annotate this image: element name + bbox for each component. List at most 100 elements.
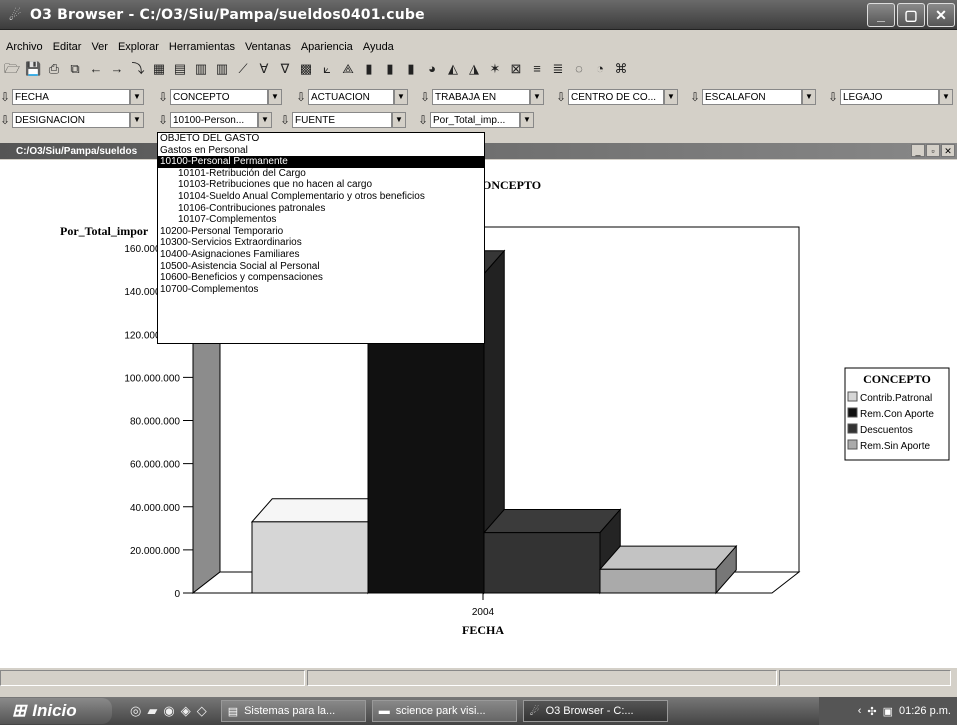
pie3d-icon[interactable]: ◔ [592,61,608,77]
drill-arrow-icon[interactable]: ⇩ [420,90,432,104]
child-minimize-button[interactable]: _ [911,144,925,157]
menu-ver[interactable]: Ver [91,41,108,53]
chevron-down-icon[interactable]: ▼ [130,112,144,128]
dropdown-item[interactable]: 10600-Beneficios y compensaciones [158,272,484,284]
dimension-selector-3[interactable]: ⇩ TRABAJA EN ▼ [420,88,548,106]
concepto-dropdown-list[interactable]: OBJETO DEL GASTO Gastos en Personal 10100-… [157,132,485,344]
star-icon[interactable]: ✶ [487,61,503,77]
menu-apariencia[interactable]: Apariencia [301,41,353,53]
dropdown-item[interactable]: 10100-Personal Permanente [158,156,484,168]
tray-arrow-icon[interactable]: ‹ [858,705,862,717]
dropdown-item[interactable]: 10200-Personal Temporario [158,226,484,238]
chevron-down-icon[interactable]: ▼ [939,89,953,105]
dropdown-item[interactable]: 10107-Complementos [158,214,484,226]
bar-icon[interactable]: ▥ [193,61,209,77]
hbar-icon[interactable]: ≡ [529,61,545,77]
area-icon[interactable]: ◭ [445,61,461,77]
dropdown-item[interactable]: 10101-Retribución del Cargo [158,168,484,180]
back-icon[interactable]: ← [88,61,104,77]
task-o3-browser[interactable]: ☄ O3 Browser - C:... [522,700,668,722]
task-science-park[interactable]: ▬ science park visi... [371,700,517,722]
volume-icon[interactable]: ▣ [883,705,893,718]
dropdown-item[interactable]: Gastos en Personal [158,145,484,157]
start-button[interactable]: ⊞ Inicio [0,698,112,724]
print-icon[interactable]: ⎙ [46,61,62,77]
dimension-selector-2[interactable]: ⇩ ACTUACION ▼ [296,88,412,106]
menu-ayuda[interactable]: Ayuda [363,41,394,53]
menu-archivo[interactable]: Archivo [6,41,43,53]
donut-icon[interactable]: ◌ [571,61,587,77]
hbar2-icon[interactable]: ≣ [550,61,566,77]
dimension-selector-5[interactable]: ⇩ ESCALAFON ▼ [690,88,820,106]
drill-arrow-icon[interactable]: ⇩ [556,90,568,104]
drill-arrow-icon[interactable]: ⇩ [158,90,170,104]
chevron-down-icon[interactable]: ▼ [530,89,544,105]
dropdown-item[interactable]: 10300-Servicios Extraordinarios [158,237,484,249]
menu-ventanas[interactable]: Ventanas [245,41,291,53]
child-restore-button[interactable]: ▫ [926,144,940,157]
chevron-down-icon[interactable]: ▼ [392,112,406,128]
dropdown-item[interactable]: 10106-Contribuciones patronales [158,203,484,215]
network-icon[interactable]: ✣ [867,705,876,718]
forward-icon[interactable]: → [109,61,125,77]
chevron-down-icon[interactable]: ▼ [802,89,816,105]
chevron-down-icon[interactable]: ▼ [664,89,678,105]
area2-icon[interactable]: ◮ [466,61,482,77]
media-icon[interactable]: ◉ [163,703,174,719]
bar3d3-icon[interactable]: ▮ [403,61,419,77]
menu-herramientas[interactable]: Herramientas [169,41,235,53]
bar3d2-icon[interactable]: ▮ [382,61,398,77]
drill-arrow-icon[interactable]: ⇩ [690,90,702,104]
child-close-button[interactable]: ✕ [941,144,955,157]
save-icon[interactable]: 💾 [25,61,41,77]
dropdown-item[interactable]: 10500-Asistencia Social al Personal [158,261,484,273]
filter-selector-3[interactable]: ⇩ Por_Total_imp... ▼ [418,111,538,129]
maximize-button[interactable]: ▢ [897,3,925,27]
tool-icon[interactable]: ◇ [197,703,207,719]
chart-a-icon[interactable]: ⟀ [319,61,335,77]
filter2-icon[interactable]: ∇ [277,61,293,77]
chevron-down-icon[interactable]: ▼ [258,112,272,128]
drill-arrow-icon[interactable]: ⇩ [0,113,12,127]
dropdown-item[interactable]: 10700-Complementos [158,284,484,296]
browser-icon[interactable]: ◎ [130,703,141,719]
drill-arrow-icon[interactable]: ⇩ [158,113,170,127]
player-icon[interactable]: ◈ [181,703,191,719]
drill-arrow-icon[interactable]: ⇩ [0,90,12,104]
misc-icon[interactable]: ⌘ [613,61,629,77]
drill-arrow-icon[interactable]: ⇩ [828,90,840,104]
chevron-down-icon[interactable]: ▼ [130,89,144,105]
chevron-down-icon[interactable]: ▼ [394,89,408,105]
bar3d-icon[interactable]: ▮ [361,61,377,77]
open-icon[interactable]: 🗁 [4,61,20,77]
folder-icon[interactable]: ▰ [147,703,157,719]
stacked-bar-icon[interactable]: ▥ [214,61,230,77]
filter-icon[interactable]: ∀ [256,61,272,77]
grid-icon[interactable]: ▩ [298,61,314,77]
minimize-button[interactable]: _ [867,3,895,27]
xy-icon[interactable]: ⊠ [508,61,524,77]
drill-arrow-icon[interactable]: ⇩ [418,113,430,127]
table-icon[interactable]: ▦ [151,61,167,77]
dimension-selector-6[interactable]: ⇩ LEGAJO ▼ [828,88,957,106]
drill-arrow-icon[interactable]: ⇩ [296,90,308,104]
dropdown-item[interactable]: OBJETO DEL GASTO [158,133,484,145]
title-bar[interactable]: ☄ O3 Browser - C:/O3/Siu/Pampa/sueldos04… [0,0,957,30]
menu-editar[interactable]: Editar [53,41,82,53]
chevron-down-icon[interactable]: ▼ [268,89,282,105]
dimension-selector-0[interactable]: ⇩ FECHA ▼ [0,88,148,106]
chevron-down-icon[interactable]: ▼ [520,112,534,128]
chart-b-icon[interactable]: ⟁ [340,61,356,77]
dimension-selector-4[interactable]: ⇩ CENTRO DE CO... ▼ [556,88,682,106]
close-button[interactable]: ✕ [927,3,955,27]
pie-icon[interactable]: ◕ [424,61,440,77]
dropdown-item[interactable]: 10104-Sueldo Anual Complementario y otro… [158,191,484,203]
drill-arrow-icon[interactable]: ⇩ [280,113,292,127]
dropdown-item[interactable]: 10400-Asignaciones Familiares [158,249,484,261]
menu-explorar[interactable]: Explorar [118,41,159,53]
dimension-selector-1[interactable]: ⇩ CONCEPTO ▼ [158,88,286,106]
task-sistemas[interactable]: ▤ Sistemas para la... [220,700,366,722]
filter-selector-2[interactable]: ⇩ FUENTE ▼ [280,111,410,129]
pivot-icon[interactable]: ▤ [172,61,188,77]
drill-icon[interactable]: ⤵ [130,61,146,77]
